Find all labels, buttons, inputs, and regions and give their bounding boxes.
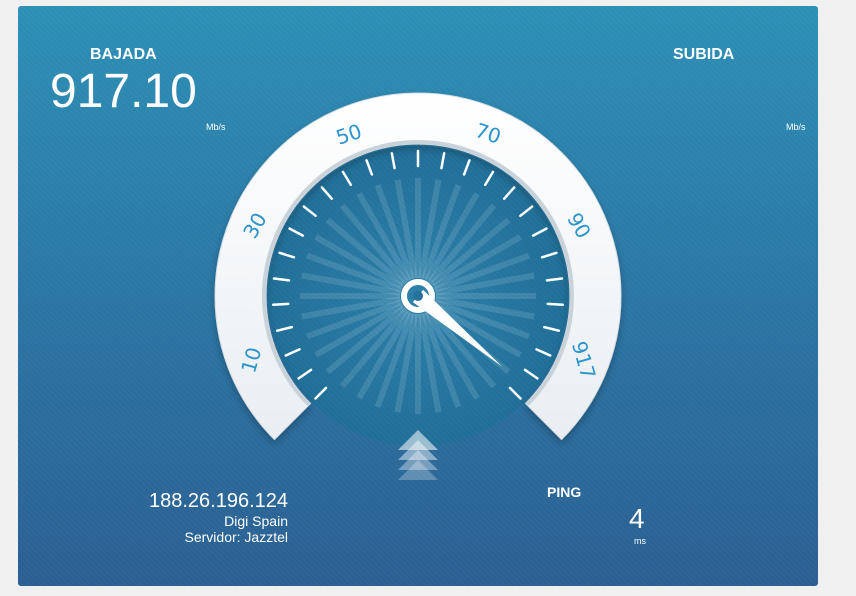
ping-unit: ms xyxy=(634,536,646,546)
dial-tick xyxy=(272,302,290,307)
isp-name: Digi Spain xyxy=(224,513,288,529)
ping-value: 4 xyxy=(629,503,645,534)
server-name: Servidor: Jazztel xyxy=(184,529,288,545)
ping-label: PING xyxy=(547,484,582,500)
dial-tick xyxy=(546,302,564,307)
speedometer-gauge: 10 30 50 70 90 917 xyxy=(214,92,622,480)
speedtest-panel: BAJADA 917.10 Mb/s SUBIDA Mb/s 10 30 50 … xyxy=(18,6,818,586)
ip-address: 188.26.196.124 xyxy=(148,490,288,512)
